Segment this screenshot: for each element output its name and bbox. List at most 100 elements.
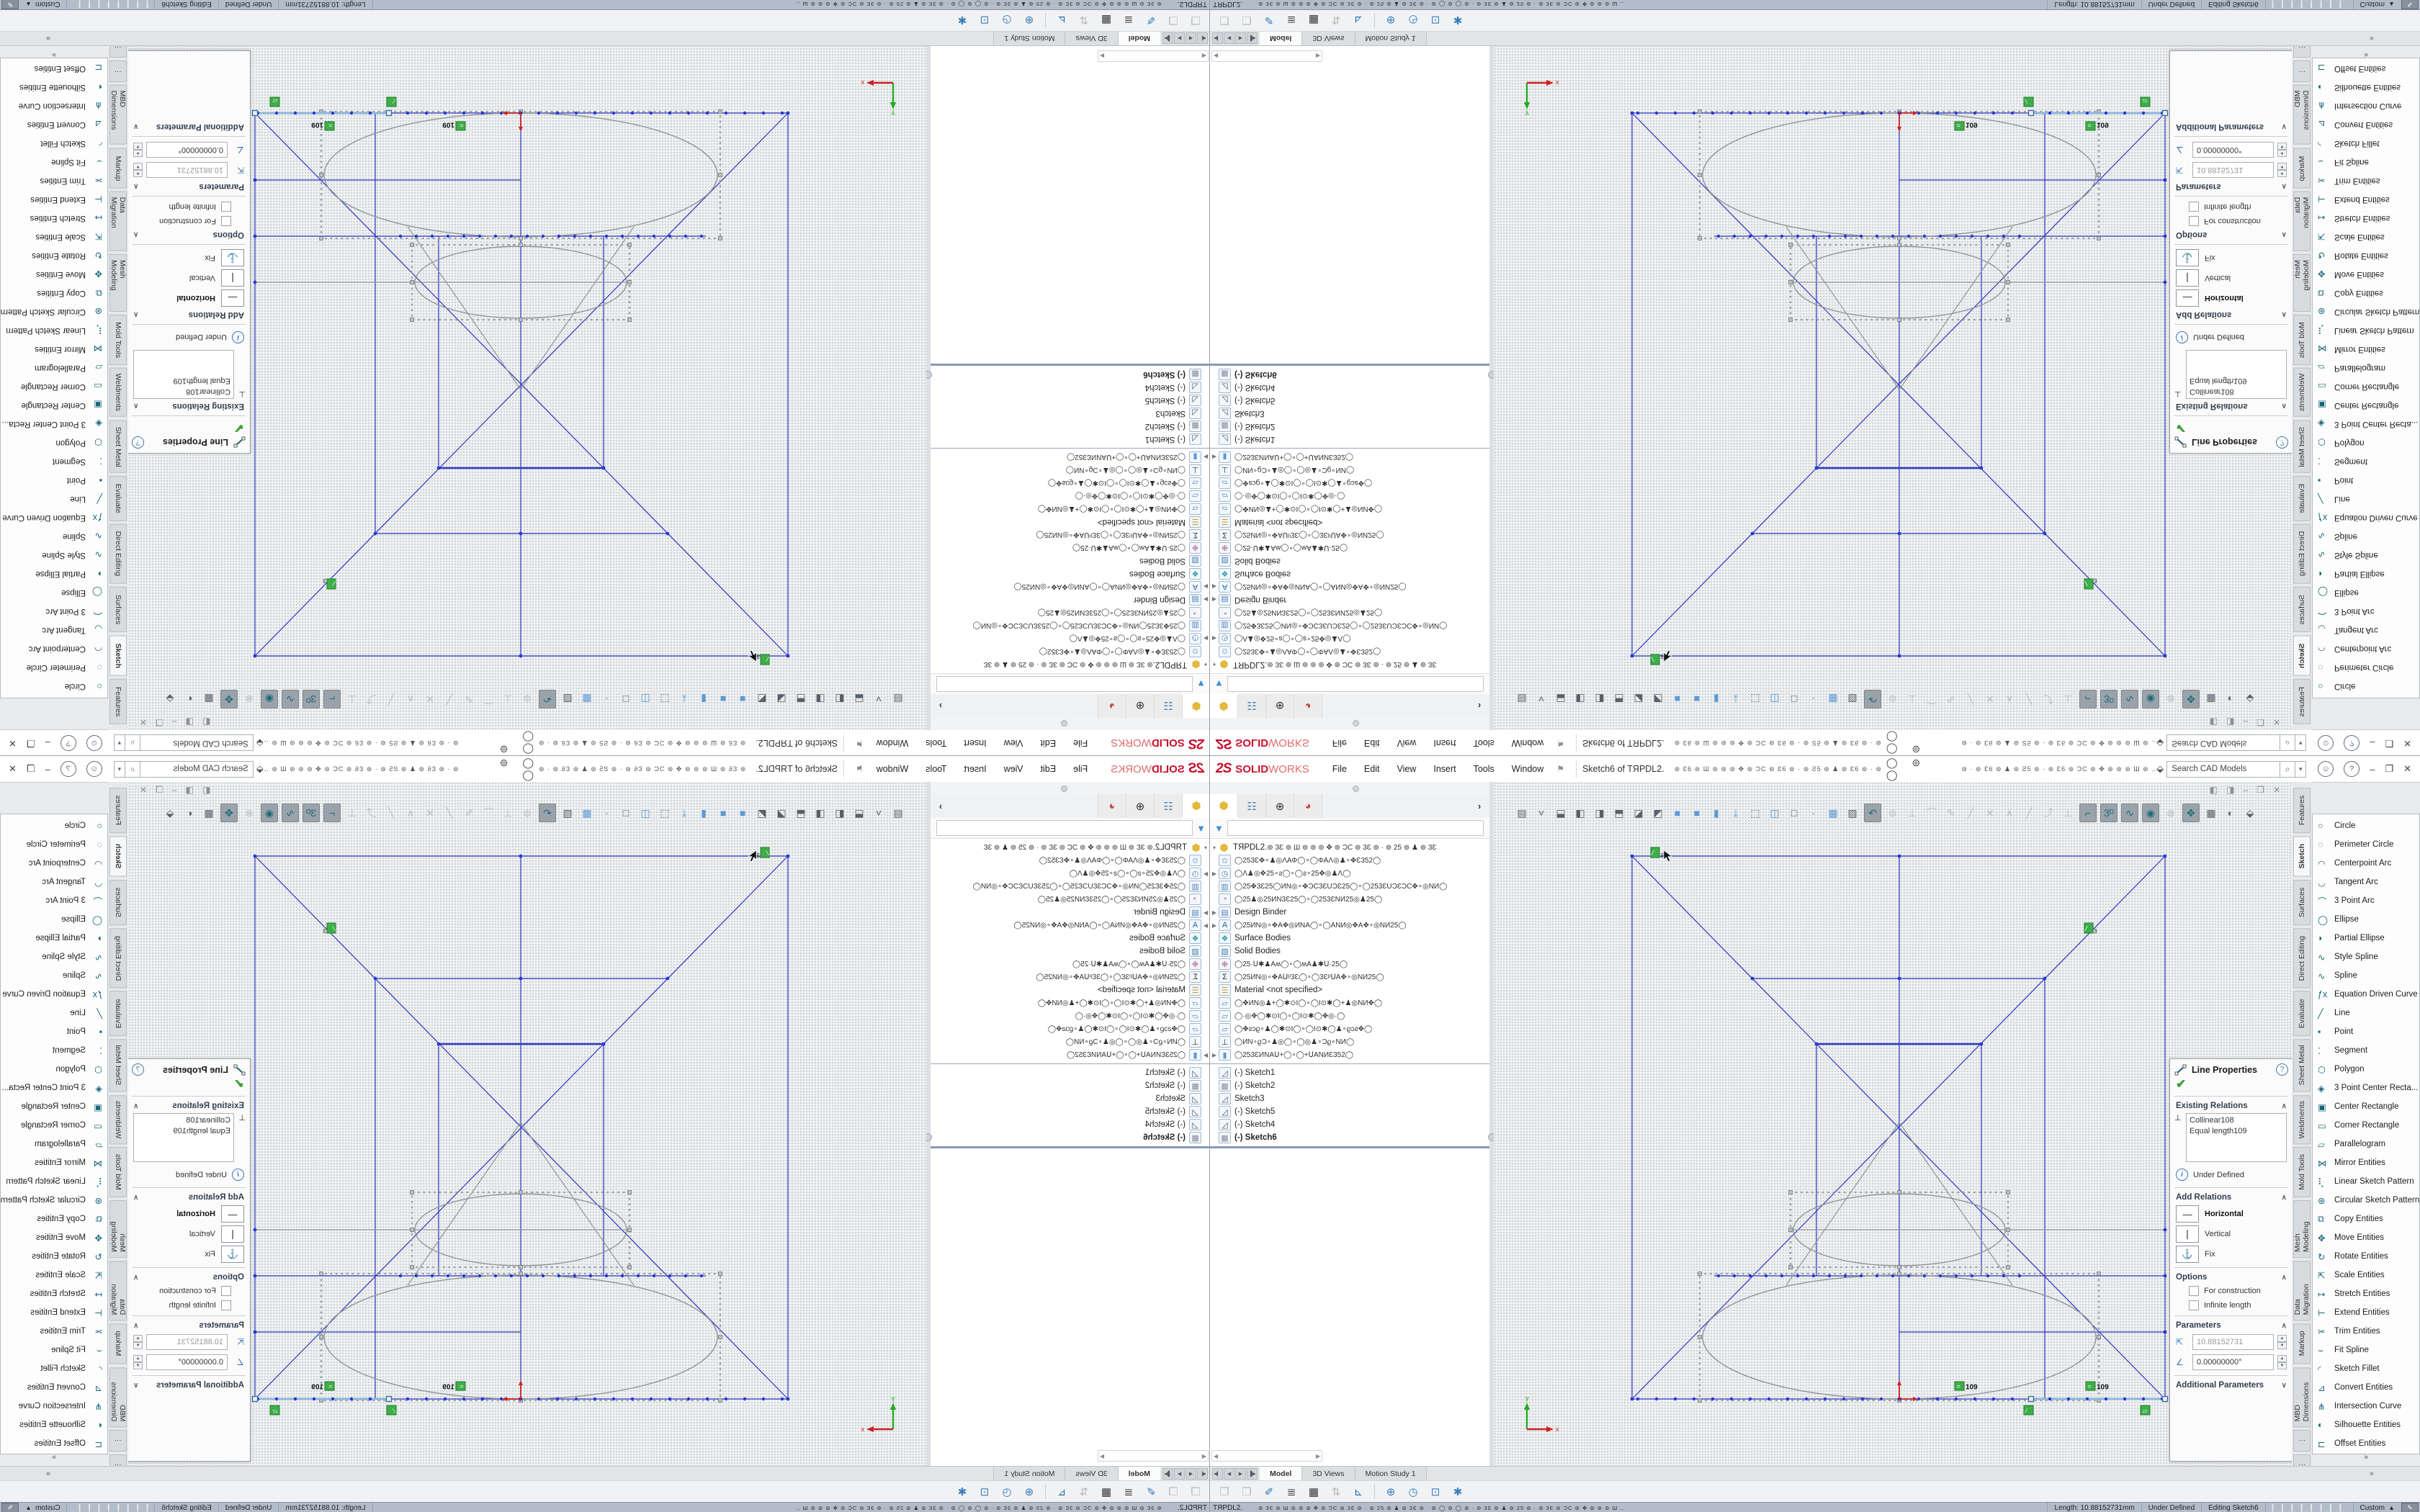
tree-row[interactable]: ⊥◯ИN∘ϱƆ∘♟◎◯∘◯◎♟∘Ɔϱ∘NИ◯	[1210, 1035, 1489, 1048]
option-infinite-length[interactable]: Infinite length	[2170, 1298, 2293, 1313]
headsup-icon[interactable]: ■	[1670, 690, 1685, 708]
search-scope-cube-icon[interactable]: ⬙	[256, 737, 264, 749]
headsup-icon[interactable]: ✕	[422, 690, 438, 708]
command-tab-mold-tools[interactable]: Mold Tools	[2293, 1147, 2311, 1197]
tab-motion-study-1[interactable]: Motion Study 1	[993, 31, 1065, 45]
ok-check-button[interactable]: ✔	[127, 419, 250, 435]
pin-icon[interactable]: ⚑	[856, 764, 864, 774]
flyout-item-style-spline[interactable]: ∿Style Spline	[2313, 546, 2419, 564]
flyout-item-centerpoint-arc[interactable]: ◠Centerpoint Arc	[2313, 854, 2419, 873]
tree-row[interactable]: ▱◯✥ИN◎♟+◯✱⊙I◯∘◯I⊙✱◯+♟◎NИ✥◯	[1210, 996, 1489, 1009]
headsup-icon[interactable]: ⊕	[241, 804, 257, 822]
option-for-construction[interactable]: For construction	[2170, 214, 2293, 228]
bottom-toolbar-icon[interactable]: ⊾	[1053, 1483, 1070, 1500]
caret-icon[interactable]: ▶	[1210, 922, 1219, 929]
bottom-toolbar-icon[interactable]: ≣	[1283, 12, 1300, 30]
tab-3d-views[interactable]: 3D Views	[1065, 31, 1117, 45]
add-relations-header[interactable]: Add Relations∧	[2170, 1191, 2293, 1204]
tree-row[interactable]: ◔◯25♟◎25ИN3Ɛ25◯∘◯253ƐNИ25◎♟25◯	[1210, 606, 1489, 619]
search-input[interactable]: Search CAD Models	[2166, 761, 2280, 778]
headsup-icon[interactable]: □	[1786, 690, 1802, 708]
status-custom-dropdown[interactable]: Custom▴	[2353, 1503, 2400, 1512]
headsup-icon[interactable]: ⊥	[344, 690, 360, 708]
flyout-item-mirror-entities[interactable]: ⋈Mirror Entities	[1, 1153, 107, 1172]
restore-button[interactable]: ❐	[27, 763, 35, 775]
tree-tab-propertymanager[interactable]: ☷	[1154, 694, 1182, 718]
bottom-toolbar-icon[interactable]: ✐	[1142, 1483, 1160, 1500]
tab-model[interactable]: Model	[1118, 31, 1160, 45]
menu-edit[interactable]: Edit	[1357, 735, 1387, 751]
caret-icon[interactable]: ▶	[1201, 909, 1210, 916]
tree-row[interactable]: ▶▤Design Binder	[931, 906, 1210, 919]
tree-row[interactable]: Σ◯25ИN◎∘✥ΑՍᵖ3Ɛ◯∘◯3ƐᵖՍΑ✥∘◎NИ25◯	[931, 971, 1210, 984]
headsup-icon[interactable]: ·	[1806, 690, 1821, 708]
headsup-icon[interactable]: ▦	[1825, 690, 1841, 708]
tab-model[interactable]: Model	[1260, 1467, 1302, 1481]
menu-tools[interactable]: Tools	[918, 735, 954, 751]
tree-row[interactable]: ▱◯✥ИN◎♟+◯✱⊙I◯∘◯I⊙✱◯+♟◎NИ✥◯	[931, 503, 1210, 516]
headsup-icon[interactable]: ⊕	[241, 690, 257, 708]
headsup-icon[interactable]: ⊜	[519, 690, 535, 708]
flyout-item-linear-sketch-pattern[interactable]: ⢇Linear Sketch Pattern	[1, 321, 107, 340]
child-window-control-icon[interactable]: ❐	[2257, 785, 2264, 795]
tree-tabs-expand-icon[interactable]: ›	[1469, 794, 1489, 818]
headsup-icon[interactable]: ⌐	[2079, 690, 2097, 708]
headsup-icon[interactable]: ◨	[1592, 690, 1608, 708]
flyout-more-icon[interactable]: »	[2313, 1453, 2419, 1464]
headsup-icon[interactable]: ◪	[774, 804, 789, 822]
fix-relation-icon[interactable]: ⚓	[221, 1246, 244, 1263]
search-input[interactable]: Search CAD Models	[140, 761, 254, 778]
flyout-item-center-rectangle[interactable]: ▣Center Rectangle	[2313, 1097, 2419, 1116]
add-relation-vertical[interactable]: ❘Vertical	[2170, 268, 2293, 288]
child-window-control-icon[interactable]: ◧	[202, 785, 210, 795]
tree-row[interactable]: ▥◯25✥3Ɛ25◯ИN◎∘✥ƆC3ƐUƆƐ25◯∘◯253ƐUƆƐƆC✥∘◎N…	[1210, 880, 1489, 893]
bottom-toolbar-icon[interactable]: ◷	[998, 1483, 1016, 1500]
flyout-item-centerpoint-arc[interactable]: ◠Centerpoint Arc	[1, 854, 107, 873]
menu-tools[interactable]: Tools	[1466, 761, 1502, 777]
option-for-construction[interactable]: For construction	[127, 214, 250, 228]
spinner[interactable]: ▲▼	[2277, 1335, 2287, 1349]
headsup-icon[interactable]: ▨	[1845, 804, 1860, 822]
tree-tab-featuremanager[interactable]: ⬢	[1182, 694, 1210, 718]
tree-part-header[interactable]: ▾⬢TЯPDL2. ⊚ 3Ɛ ⊚ Ш ⊚ ⊚ ⊚ ✥ ⊚ ƆC ⊚ 3Ɛ ⊚ ·…	[931, 658, 1210, 671]
tree-row[interactable]: ▱◯✥ИN◎♟+◯✱⊙I◯∘◯I⊙✱◯+♟◎NИ✥◯	[1210, 503, 1489, 516]
headsup-icon[interactable]: ✎	[1943, 804, 1959, 822]
add-relation-fix[interactable]: ⚓Fix	[127, 248, 250, 268]
headsup-icon[interactable]: ▮	[1708, 690, 1724, 708]
flyout-item-point[interactable]: ▪Point	[1, 1022, 107, 1041]
search-scope-cube-icon[interactable]: ⬙	[2156, 737, 2164, 749]
flyout-item-line[interactable]: ╱Line	[1, 490, 107, 508]
bottom-toolbar-icon[interactable]: ✐	[1260, 1483, 1278, 1500]
bottom-toolbar-icon[interactable]: ❐	[1165, 12, 1182, 30]
bottom-toolbar-icon[interactable]: ⊕	[1382, 1483, 1399, 1500]
command-tab-weldments[interactable]: Weldments	[2293, 1095, 2311, 1144]
flyout-item-partial-ellipse[interactable]: ◗Partial Ellipse	[2313, 564, 2419, 583]
child-window-control-icon[interactable]: –	[172, 785, 177, 795]
flyout-item-rotate-entities[interactable]: ↻Rotate Entities	[2313, 246, 2419, 265]
caret-icon[interactable]: ▾	[1210, 662, 1219, 668]
child-window-control-icon[interactable]: –	[2243, 717, 2248, 727]
headsup-icon[interactable]: ⊕	[2163, 804, 2179, 822]
vertical-relation-icon[interactable]: ❘	[2176, 1225, 2199, 1243]
bottom-toolbar-icon[interactable]: ⊾	[1350, 12, 1367, 30]
tree-row[interactable]: ▶▮◯253ƐИNΑՍ+◯∘◯+ՍΑNИƐ352◯	[1210, 1048, 1489, 1061]
tree-row[interactable]: ▧Solid Bodies	[931, 554, 1210, 567]
option-infinite-length[interactable]: Infinite length	[2170, 199, 2293, 214]
headsup-icon[interactable]: ·	[599, 690, 614, 708]
flyout-item-point[interactable]: ▪Point	[2313, 1022, 2419, 1041]
menu-file[interactable]: File	[1066, 761, 1095, 777]
command-tab-features[interactable]: Features	[109, 679, 127, 724]
headsup-icon[interactable]: ⬙	[162, 804, 178, 822]
headsup-icon[interactable]: ⤓	[676, 690, 692, 708]
flyout-item-segment[interactable]: ⁚Segment	[1, 1041, 107, 1060]
tree-horizontal-scrollbar[interactable]: ◀▶	[1098, 1450, 1209, 1462]
flyout-item-parallelogram[interactable]: ▱Parallelogram	[2313, 1135, 2419, 1153]
tab-motion-study-1[interactable]: Motion Study 1	[1355, 31, 1427, 45]
tree-splitter-knob[interactable]	[1061, 720, 1067, 726]
tree-row[interactable]: ◿(-) Sketch4	[931, 381, 1210, 394]
menu-insert[interactable]: Insert	[956, 735, 993, 751]
tree-row[interactable]: ▥◯25✥3Ɛ25◯ИN◎∘✥ƆC3ƐUƆƐ25◯∘◯253ƐUƆƐƆC✥∘◎N…	[931, 880, 1210, 893]
headsup-icon[interactable]: ◩	[1650, 804, 1666, 822]
tree-row[interactable]: ▦(-) Sketch6	[1210, 1131, 1489, 1144]
caret-icon[interactable]: ▾	[1201, 662, 1210, 668]
